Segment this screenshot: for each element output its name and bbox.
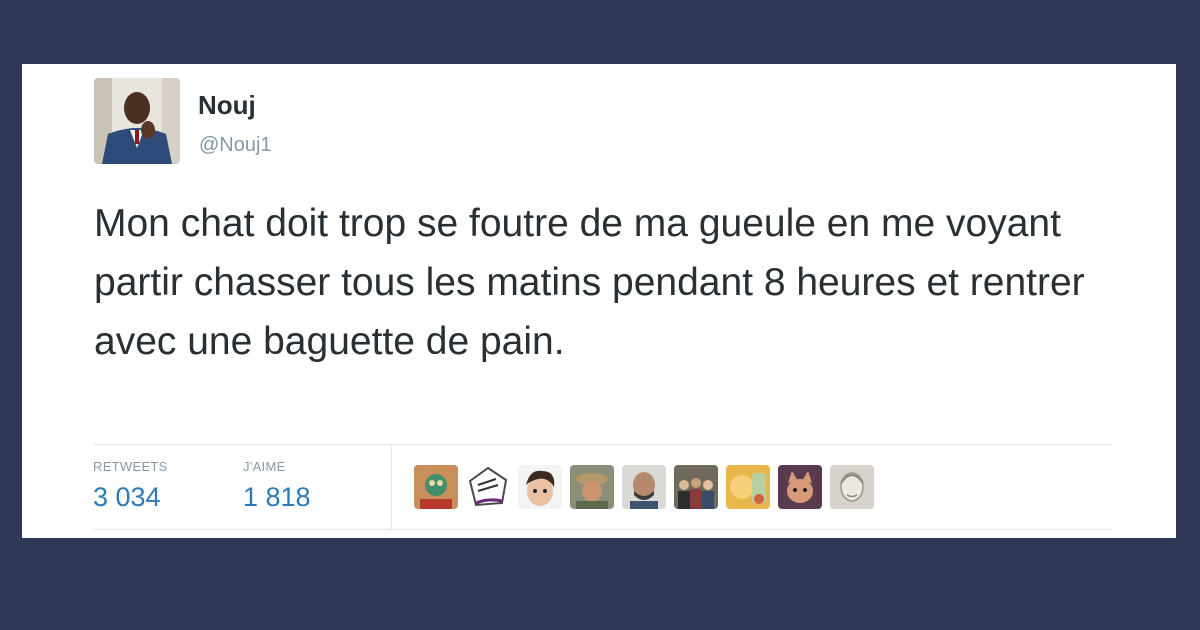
liker-avatar[interactable]	[778, 465, 822, 509]
liker-avatar[interactable]	[466, 465, 510, 509]
stats-divider-bottom	[93, 529, 1111, 530]
liker-avatar[interactable]	[830, 465, 874, 509]
liker-avatar[interactable]	[518, 465, 562, 509]
author-display-name[interactable]: Nouj	[198, 90, 256, 121]
likes-label: J'AIME	[243, 459, 286, 474]
retweets-stat[interactable]: RETWEETS 3 034	[93, 459, 168, 513]
author-avatar[interactable]	[94, 78, 180, 164]
liker-avatar[interactable]	[570, 465, 614, 509]
liker-avatar[interactable]	[674, 465, 718, 509]
tweet-text: Mon chat doit trop se foutre de ma gueul…	[94, 202, 1085, 363]
liker-avatar[interactable]	[414, 465, 458, 509]
stats-divider-vertical	[391, 444, 392, 529]
stats-divider-top	[93, 444, 1111, 445]
liker-avatar[interactable]	[622, 465, 666, 509]
liker-avatar[interactable]	[726, 465, 770, 509]
retweets-count: 3 034	[93, 482, 161, 512]
likes-stat[interactable]: J'AIME 1 818	[243, 459, 311, 513]
tweet-card: Nouj @Nouj1 Mon chat doit trop se foutre…	[22, 64, 1176, 538]
author-handle[interactable]: @Nouj1	[199, 134, 272, 157]
liker-avatars	[414, 465, 874, 509]
likes-count: 1 818	[243, 482, 311, 512]
retweets-label: RETWEETS	[93, 459, 168, 474]
